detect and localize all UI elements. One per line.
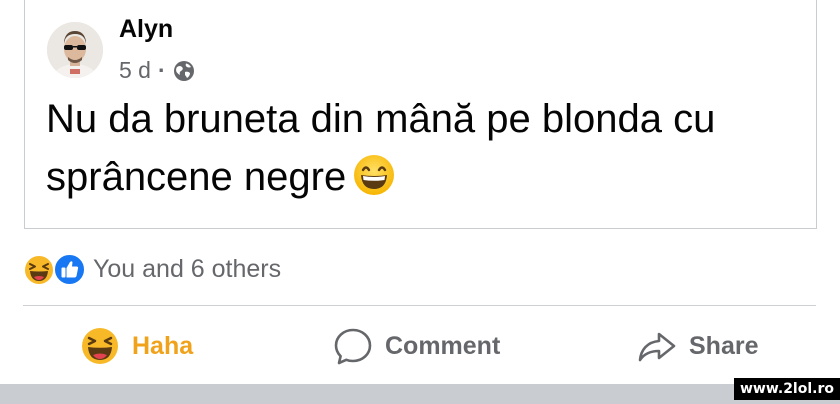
comment-button[interactable]: Comment: [333, 318, 500, 374]
haha-icon: [80, 326, 120, 366]
reaction-count[interactable]: You and 6 others: [93, 255, 281, 284]
share-button[interactable]: Share: [637, 318, 758, 374]
watermark: www.2lol.ro: [733, 378, 840, 400]
like-reaction-icon: [53, 253, 86, 286]
globe-icon[interactable]: [172, 59, 196, 83]
share-label: Share: [689, 331, 759, 360]
haha-reaction-icon: [23, 254, 55, 286]
haha-button[interactable]: Haha: [80, 318, 193, 374]
post-text: Nu da bruneta din mână pe blonda cu sprâ…: [46, 90, 806, 206]
avatar-image: [47, 22, 103, 78]
reactions-summary[interactable]: You and 6 others: [23, 252, 281, 286]
comment-label: Comment: [385, 331, 501, 360]
post-time[interactable]: 5 d: [119, 57, 151, 84]
action-bar: Haha Comment Share: [0, 318, 840, 374]
grinning-face-emoji: [352, 153, 396, 197]
haha-label: Haha: [132, 331, 194, 360]
post-card: Alyn 5 d · Nu da bruneta din mână pe blo…: [24, 0, 817, 229]
meta-separator: ·: [157, 57, 166, 83]
post-meta: 5 d ·: [119, 57, 196, 84]
reaction-icons: [23, 252, 89, 286]
share-icon: [637, 326, 677, 366]
comment-icon: [333, 326, 373, 366]
divider: [23, 305, 816, 306]
bottom-separator: [0, 384, 840, 404]
author-name[interactable]: Alyn: [119, 15, 173, 44]
avatar[interactable]: [47, 22, 103, 78]
